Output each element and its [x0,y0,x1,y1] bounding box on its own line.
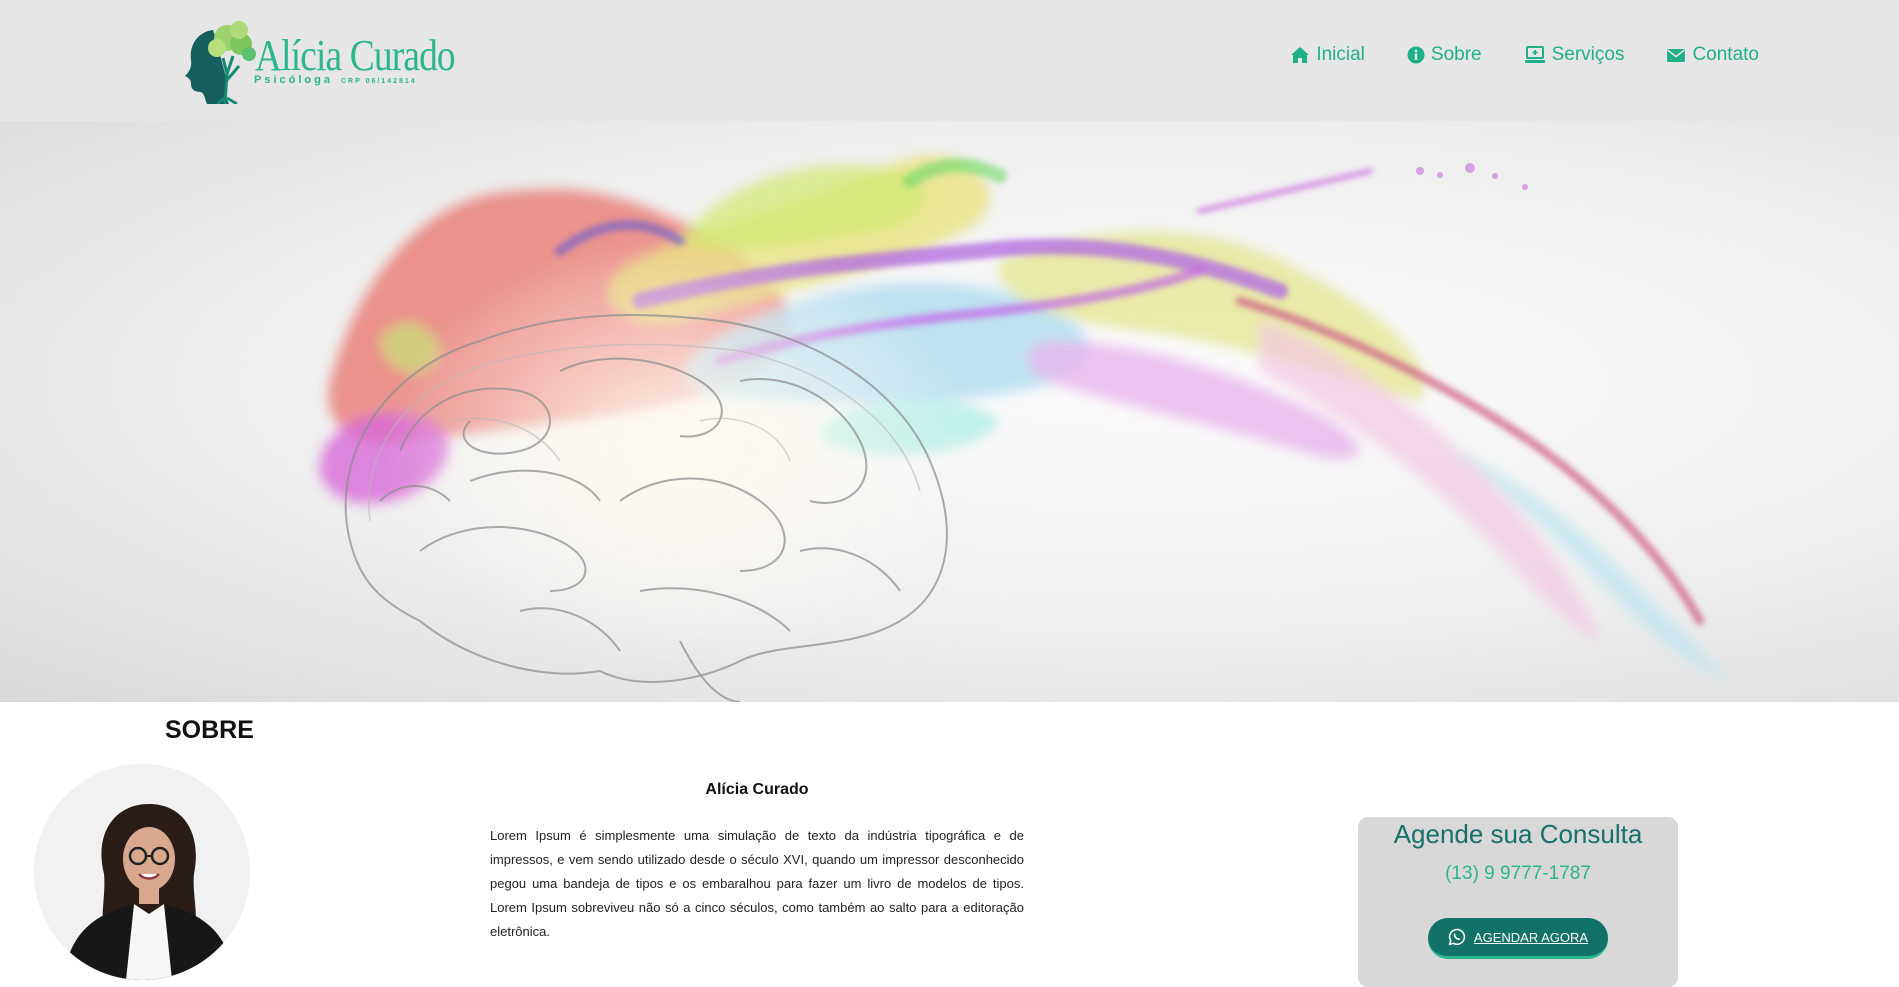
bio-name: Alícia Curado [705,781,809,798]
logo-subtitle: Psicóloga CRP 06/142814 [254,74,417,86]
envelope-icon [1667,49,1686,62]
nav-servicos-label: Serviços [1551,44,1625,65]
nav-contato-label: Contato [1692,44,1759,65]
nav-servicos[interactable]: Serviços [1524,44,1625,66]
hero-banner [0,121,1899,702]
schedule-now-label: AGENDAR AGORA [1473,929,1589,945]
laptop-icon [1524,46,1545,63]
info-icon [1407,46,1425,64]
nav-inicial[interactable]: Inicial [1290,44,1365,66]
main-nav: Inicial Sobre Serviços Contato [1290,44,1759,66]
profile-photo [34,764,250,980]
site-header: Alícia Curado Psicóloga CRP 06/142814 Ini… [0,0,1899,121]
nav-sobre[interactable]: Sobre [1407,44,1482,66]
appointment-title: Agende sua Consulta [1393,819,1643,849]
logo-crp: CRP 06/142814 [340,78,417,85]
home-icon [1291,47,1310,63]
schedule-now-button[interactable]: AGENDAR AGORA [1428,918,1608,959]
section-title-sobre: SOBRE [165,716,254,744]
tree-head-logo-icon [185,21,256,104]
brain-paint-splash-image [319,155,1730,702]
nav-inicial-label: Inicial [1316,44,1365,65]
site-logo[interactable]: Alícia Curado Psicóloga CRP 06/142814 [183,18,463,104]
logo-profession: Psicóloga [254,74,333,86]
bio-text: Lorem Ipsum é simplesmente uma simulação… [490,828,1024,939]
whatsapp-icon [1448,928,1466,946]
nav-sobre-label: Sobre [1430,44,1482,65]
appointment-phone[interactable]: (13) 9 9777-1787 [1358,863,1678,885]
person-portrait-icon [34,764,250,980]
appointment-card: Agende sua Consulta (13) 9 9777-1787 AGE… [1358,817,1678,987]
nav-contato[interactable]: Contato [1666,44,1759,66]
